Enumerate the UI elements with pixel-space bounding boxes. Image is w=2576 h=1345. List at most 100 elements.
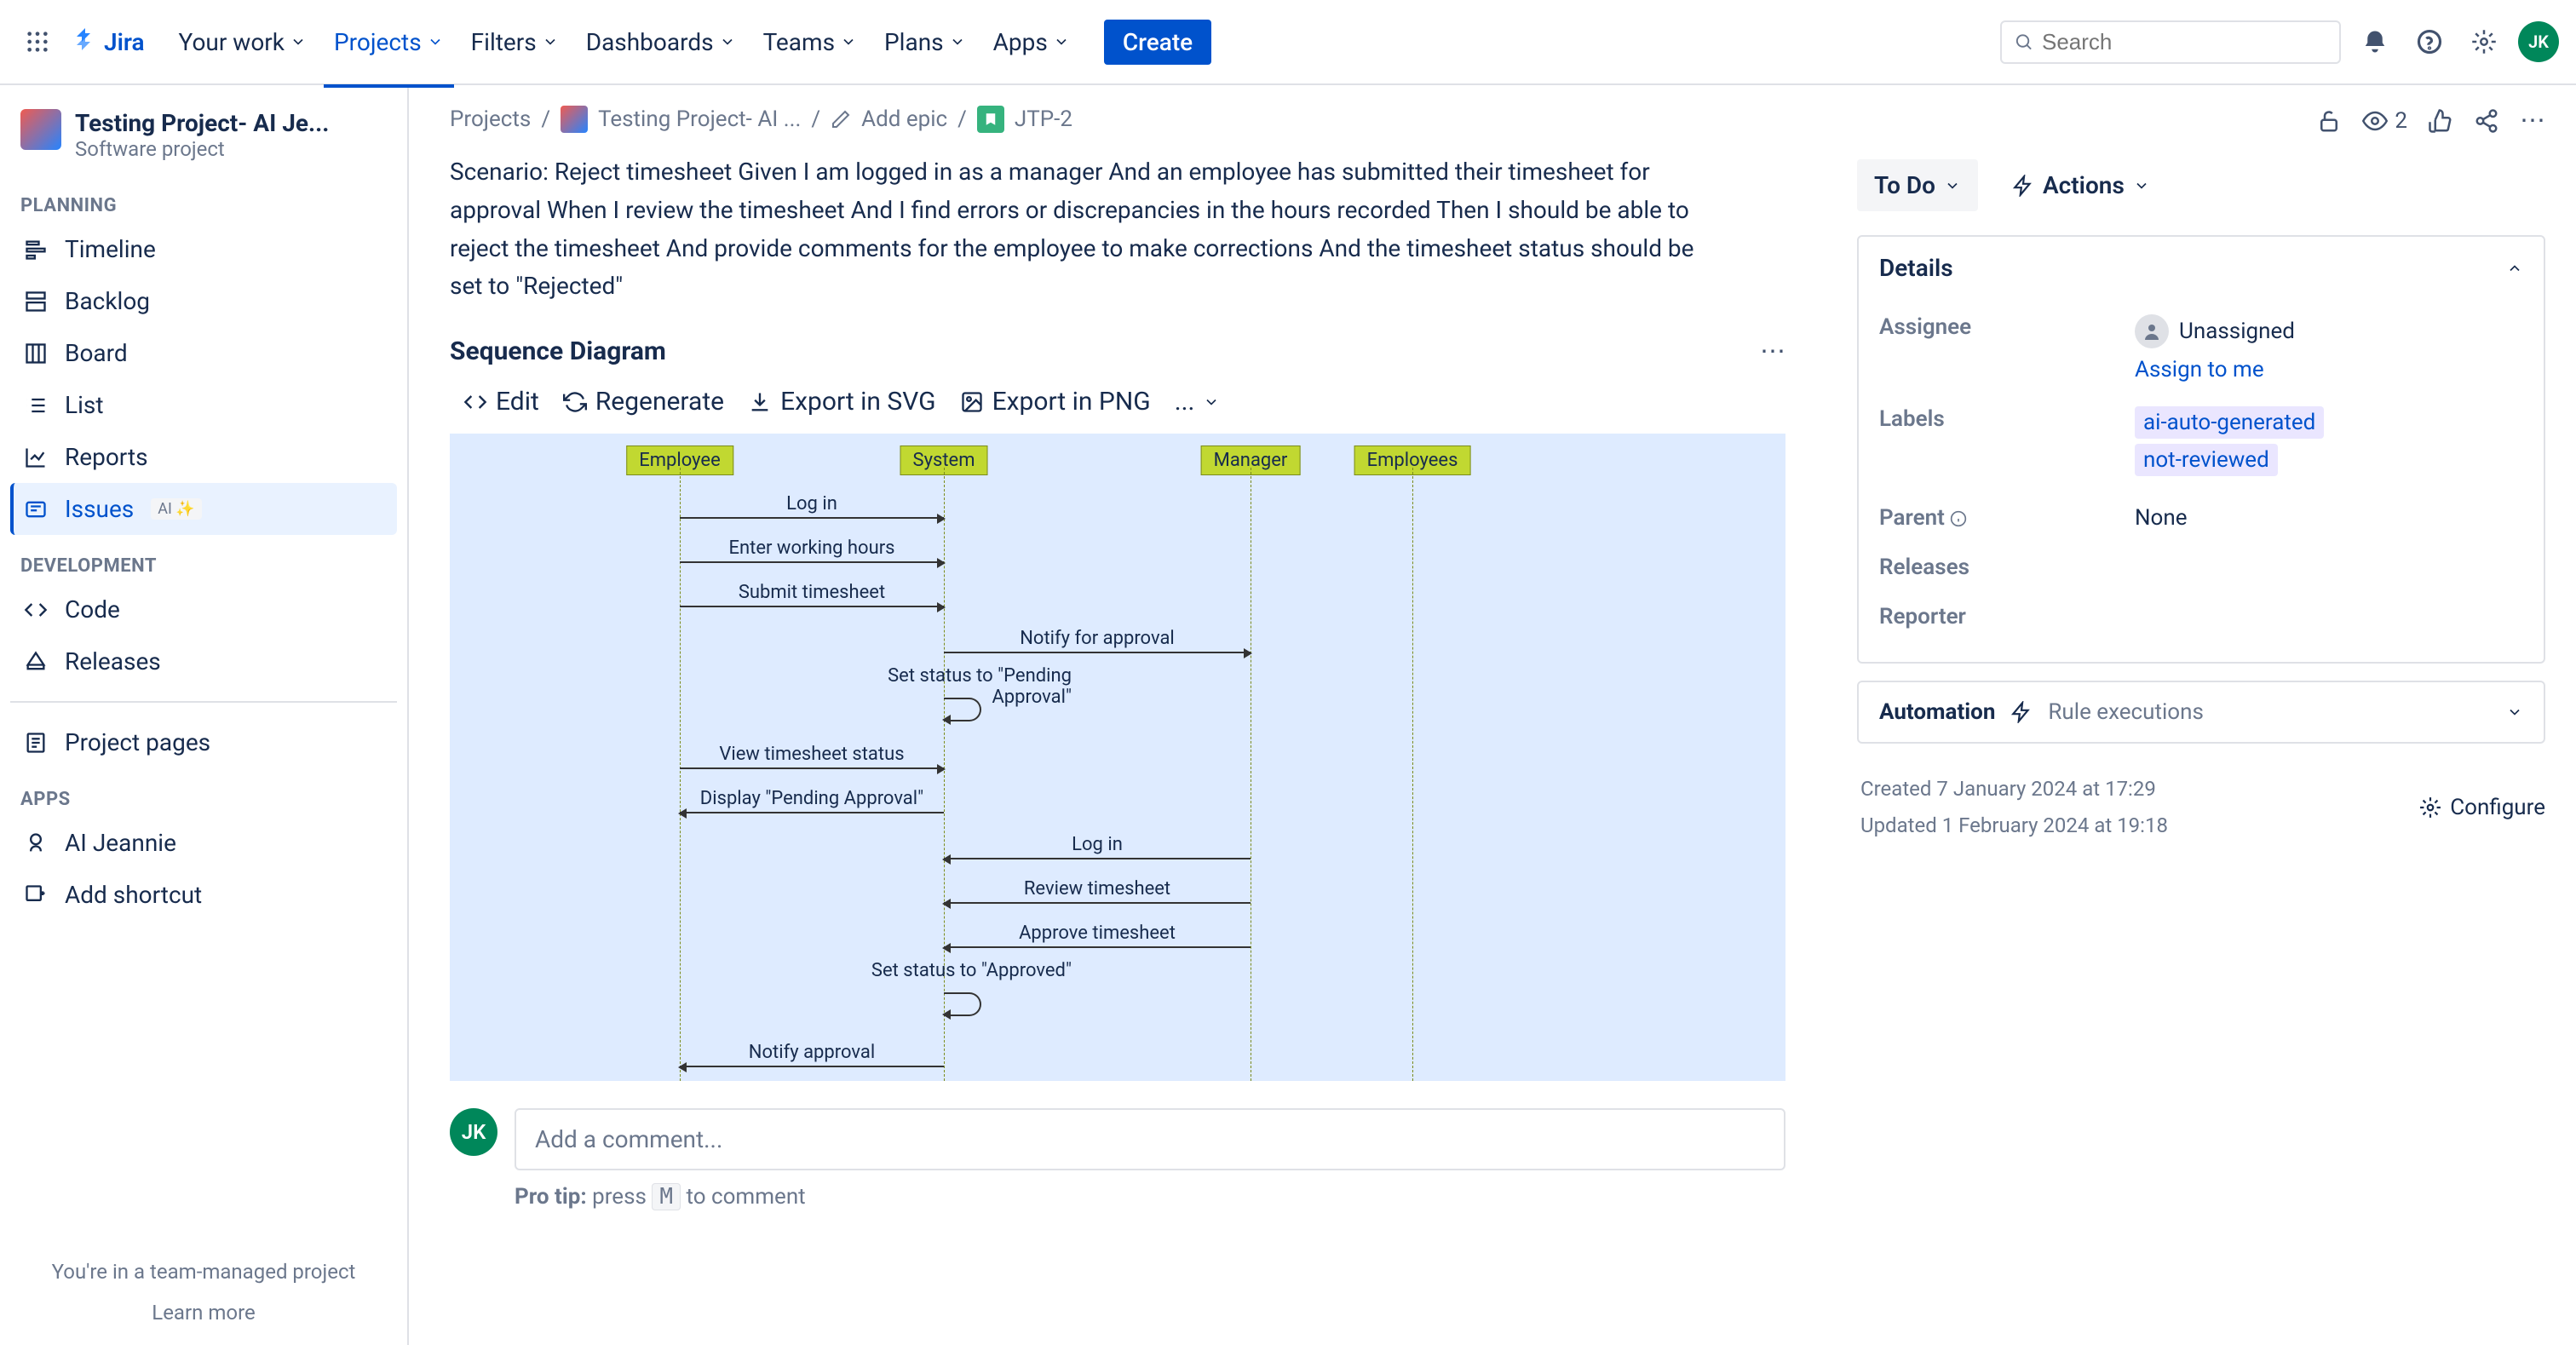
section-apps: APPS [10,768,397,817]
eye-icon [2362,108,2388,134]
nav-projects[interactable]: Projects [324,20,454,65]
chevron-down-icon [2506,704,2523,721]
reporter-value[interactable] [2135,604,2523,629]
info-icon [1950,510,1967,527]
self-loop [944,992,981,1016]
settings-icon[interactable] [2464,21,2504,62]
gear-icon [2419,796,2441,819]
regenerate-button[interactable]: Regenerate [563,387,724,417]
jira-logo[interactable]: Jira [72,28,145,56]
user-avatar[interactable]: JK [2518,21,2559,62]
actions-dropdown[interactable]: Actions [1995,159,2167,211]
more-actions-icon[interactable]: ⋯ [2520,106,2545,135]
breadcrumb-project[interactable]: Testing Project- AI ... [598,106,801,132]
toolbar-more-button[interactable]: ... [1175,387,1221,417]
comment-row: JK Add a comment... [450,1108,1785,1170]
label-chip[interactable]: ai-auto-generated [2135,406,2324,439]
edit-button[interactable]: Edit [463,387,539,417]
project-title: Testing Project- AI Je... [75,109,329,137]
pro-tip: Pro tip: press M to comment [515,1184,1785,1210]
bolt-icon [2012,175,2034,197]
nav-dashboards[interactable]: Dashboards [576,20,746,65]
sidebar-item-releases[interactable]: Releases [10,635,397,687]
sidebar-item-board[interactable]: Board [10,327,397,379]
right-panel: 2 ⋯ To Do Actions Details Assignee Unass… [1826,85,2576,1345]
sidebar-item-add-shortcut[interactable]: Add shortcut [10,869,397,921]
notifications-icon[interactable] [2355,21,2395,62]
sidebar-item-issues[interactable]: IssuesAI ✨ [10,483,397,535]
top-nav: Jira Your work Projects Filters Dashboar… [0,0,2576,85]
seq-msg: Display "Pending Approval" [680,812,944,813]
seq-msg: Approve timesheet [944,946,1251,948]
sidebar-item-timeline[interactable]: Timeline [10,223,397,275]
like-icon[interactable] [2428,108,2453,134]
section-planning: PLANNING [10,175,397,223]
diagram-more-icon[interactable]: ⋯ [1760,336,1785,366]
unlock-icon[interactable] [2316,108,2342,134]
sidebar-learn-more[interactable]: Learn more [10,1297,397,1328]
breadcrumb-add-epic[interactable]: Add epic [861,106,947,132]
jira-logo-text: Jira [104,28,145,56]
parent-value[interactable]: None [2135,505,2523,531]
create-button[interactable]: Create [1104,20,1211,65]
breadcrumb-projects[interactable]: Projects [450,106,531,132]
details-header[interactable]: Details [1859,237,2544,299]
project-icon [20,109,61,150]
share-icon[interactable] [2474,108,2499,134]
assignee-value[interactable]: Unassigned [2135,314,2523,348]
reporter-label: Reporter [1879,604,2135,629]
seq-msg: View timesheet status [680,767,944,769]
lifeline [1412,468,1414,1081]
lifeline [680,468,681,1081]
seq-msg: Submit timesheet [680,606,944,607]
assign-to-me-link[interactable]: Assign to me [2135,357,2523,382]
parent-label: Parent [1879,505,2135,531]
breadcrumbs: Projects / Testing Project- AI ... / Add… [450,106,1785,133]
releases-value[interactable] [2135,555,2523,580]
app-switcher-icon[interactable] [17,21,58,62]
nav-teams[interactable]: Teams [753,20,867,65]
status-dropdown[interactable]: To Do [1857,159,1978,211]
scenario-description[interactable]: Scenario: Reject timesheet Given I am lo… [450,153,1728,306]
nav-filters[interactable]: Filters [461,20,569,65]
export-png-button[interactable]: Export in PNG [960,387,1151,417]
help-icon[interactable] [2409,21,2450,62]
labels-value[interactable]: ai-auto-generated not-reviewed [2135,406,2523,481]
nav-your-work[interactable]: Your work [169,20,317,65]
export-svg-button[interactable]: Export in SVG [748,387,936,417]
sidebar-item-list[interactable]: List [10,379,397,431]
details-panel: Details Assignee Unassigned Assign to me… [1857,235,2545,664]
nav-apps[interactable]: Apps [983,20,1080,65]
search-icon [2014,32,2033,52]
diagram-toolbar: Edit Regenerate Export in SVG Export in … [450,376,1785,427]
sidebar-item-code[interactable]: Code [10,583,397,635]
sidebar: Testing Project- AI Je... Software proje… [0,85,409,1345]
sidebar-item-project-pages[interactable]: Project pages [10,716,397,768]
assignee-label: Assignee [1879,314,2135,382]
sidebar-footer-text: You're in a team-managed project [10,1246,397,1297]
seq-msg: Log in [944,858,1251,859]
search-input[interactable] [2042,29,2327,55]
self-loop [944,698,981,721]
chevron-up-icon [2506,260,2523,277]
comment-input[interactable]: Add a comment... [515,1108,1785,1170]
content-area: Projects / Testing Project- AI ... / Add… [409,85,1826,1345]
seq-msg: Enter working hours [680,561,944,563]
configure-button[interactable]: Configure [2419,795,2545,820]
sidebar-item-ai-jeannie[interactable]: AI Jeannie [10,817,397,869]
search-box[interactable] [2000,20,2341,64]
label-chip[interactable]: not-reviewed [2135,444,2278,476]
watchers[interactable]: 2 [2362,108,2407,134]
lifeline [1251,468,1252,1081]
sidebar-item-backlog[interactable]: Backlog [10,275,397,327]
seq-msg: Review timesheet [944,902,1251,904]
automation-header[interactable]: Automation Rule executions [1859,682,2544,742]
diagram-title: Sequence Diagram [450,336,666,366]
breadcrumb-issue-key[interactable]: JTP-2 [1015,106,1072,132]
sequence-diagram[interactable]: Employee System Manager Employees Log in… [450,434,1785,1081]
pencil-icon [831,109,851,129]
nav-plans[interactable]: Plans [874,20,976,65]
sidebar-item-reports[interactable]: Reports [10,431,397,483]
timestamps: Created 7 January 2024 at 17:29 Updated … [1857,761,2171,854]
section-development: DEVELOPMENT [10,535,397,583]
